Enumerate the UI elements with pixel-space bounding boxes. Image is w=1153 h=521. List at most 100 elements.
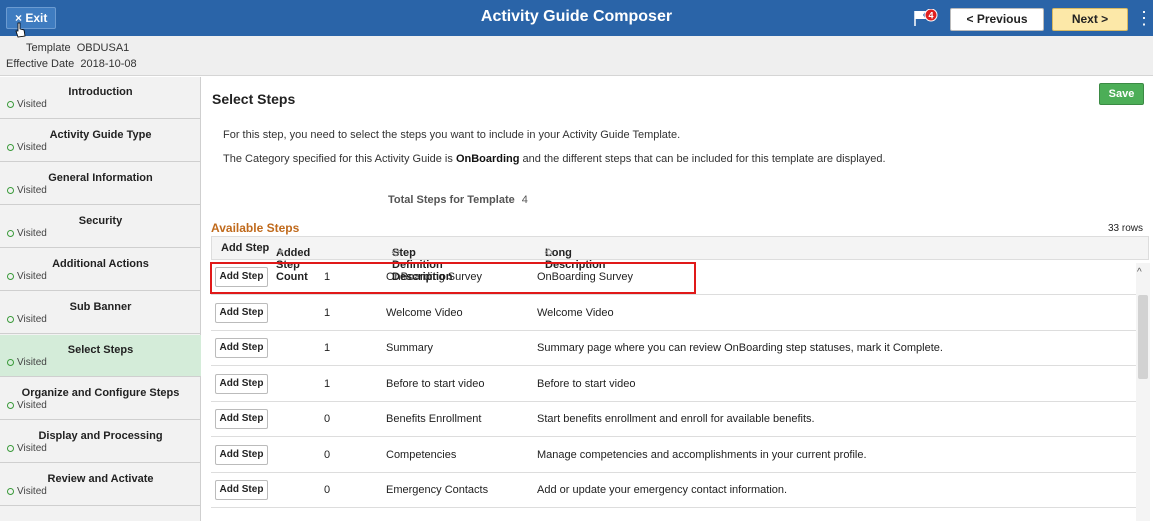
previous-button[interactable]: < Previous [950, 8, 1044, 31]
sidebar-item-status: Visited [7, 314, 47, 325]
sidebar-item[interactable]: Review and Activate Visited [0, 464, 201, 506]
table-row: Add Step 0 Benefits Enrollment Start benefi… [211, 402, 1137, 437]
sidebar-item-status: Visited [7, 271, 47, 282]
grid-header: Add Step Added Step Count ▼ Step Definit… [211, 236, 1149, 283]
add-step-button[interactable]: Add Step [215, 444, 268, 465]
step-definition-description: Welcome Video [386, 306, 463, 319]
grid-scrollbar[interactable]: ^ [1136, 263, 1150, 521]
visited-circle-icon [7, 488, 14, 495]
sidebar-item[interactable]: Organize and Configure Steps Visited [0, 378, 201, 420]
visited-circle-icon [7, 101, 14, 108]
visited-circle-icon [7, 230, 14, 237]
visited-circle-icon [7, 445, 14, 452]
visited-circle-icon [7, 187, 14, 194]
table-row: Add Step 0 Emergency Contacts Add or update… [211, 473, 1137, 508]
template-label: Template [26, 42, 71, 54]
added-step-count: 0 [324, 448, 331, 461]
table-row: Add Step 0 Competencies Manage competencies… [211, 438, 1137, 473]
next-button[interactable]: Next > [1052, 8, 1128, 31]
added-step-count: 0 [324, 413, 331, 425]
sidebar-item-status: Visited [7, 185, 47, 196]
long-description: Welcome Video [537, 306, 614, 319]
save-button[interactable]: Save [1099, 83, 1144, 105]
visited-circle-icon [7, 402, 14, 409]
long-description: OnBoarding Survey [537, 271, 633, 283]
scroll-thumb[interactable] [1138, 295, 1148, 379]
notifications-flag-icon[interactable]: 4 [912, 8, 938, 27]
sidebar-item-label: Additional Actions [52, 258, 149, 270]
sort-icon: ◇ [545, 247, 553, 258]
table-row: Add Step 1 Summary Summary page where you c… [211, 331, 1137, 366]
sidebar-item[interactable]: Display and Processing Visited [0, 421, 201, 463]
main-content: Select Steps Save For this step, you nee… [202, 77, 1153, 521]
sidebar-item-label: Select Steps [67, 344, 134, 356]
sort-desc-icon: ▼ [276, 247, 285, 257]
sidebar-item[interactable]: Security Visited [0, 206, 201, 248]
template-value: OBDUSA1 [76, 42, 130, 54]
visited-circle-icon [7, 359, 14, 366]
sidebar-item-status: Visited [7, 357, 47, 368]
sidebar-item[interactable]: Introduction Visited [0, 77, 201, 119]
sidebar-item-status-text: Visited [17, 228, 47, 239]
sidebar: Introduction Visited Activity Guide Type Vi… [0, 77, 201, 521]
added-step-count: 1 [324, 271, 331, 283]
rows-count: 33 rows [1108, 223, 1144, 234]
template-info: Template OBDUSA1 Effective Date 2018-10-… [0, 22, 1153, 76]
long-description: Start benefits enrollment and enroll for… [537, 413, 815, 425]
total-steps-label: Total Steps for Template [388, 194, 515, 206]
sidebar-item-status-text: Visited [17, 99, 47, 110]
sidebar-item-status: Visited [7, 400, 47, 411]
sidebar-item-status: Visited [7, 486, 47, 497]
sidebar-item-status: Visited [7, 99, 47, 110]
sidebar-item-status-text: Visited [17, 185, 47, 196]
sidebar-item-status: Visited [7, 228, 47, 239]
sort-icon: ◇ [392, 247, 400, 258]
instructions-text: For this step, you need to select the st… [223, 129, 681, 141]
sidebar-item-label: Introduction [68, 86, 133, 98]
sidebar-item-label: Sub Banner [69, 301, 132, 313]
add-step-button[interactable]: Add Step [215, 267, 268, 287]
add-step-button[interactable]: Add Step [215, 373, 268, 394]
hand-cursor-icon [15, 22, 26, 38]
long-description: Add or update your emergency contact inf… [537, 484, 788, 496]
added-step-count: 1 [324, 306, 331, 319]
category-text-pre: The Category specified for this Activity… [223, 153, 456, 165]
sidebar-item[interactable]: General Information Visited [0, 163, 201, 205]
step-definition-description: Emergency Contacts [386, 484, 489, 496]
actions-menu-icon[interactable]: ⋮ [1135, 8, 1153, 30]
notification-count: 4 [928, 11, 933, 21]
effective-date-label: Effective Date [6, 58, 75, 70]
scroll-up-icon[interactable]: ^ [1137, 267, 1142, 278]
section-title: Select Steps [212, 91, 296, 107]
table-row: Add Step 1 Welcome Video Welcome Video [211, 296, 1137, 331]
category-text: The Category specified for this Activity… [223, 153, 886, 165]
step-definition-description: OnBoarding Survey [386, 271, 482, 283]
table-row: Add Step 1 OnBoarding Survey OnBoarding Sur… [211, 260, 1137, 295]
effective-date-value: 2018-10-08 [80, 58, 137, 70]
effective-date-row: Effective Date 2018-10-08 [6, 56, 137, 72]
top-bar: × Exit Activity Guide Composer 4 < Previ… [0, 0, 1153, 36]
sidebar-item-label: General Information [48, 172, 153, 184]
sidebar-item-status-text: Visited [17, 400, 47, 411]
long-description: Before to start video [537, 377, 636, 390]
sidebar-item[interactable]: Additional Actions Visited [0, 249, 201, 291]
category-name: OnBoarding [455, 153, 520, 165]
total-steps: Total Steps for Template 4 [388, 194, 528, 206]
flag-icon: 4 [914, 8, 938, 26]
sidebar-item-status: Visited [7, 443, 47, 454]
sidebar-item-label: Security [78, 215, 123, 227]
sidebar-item-label: Organize and Configure Steps [21, 387, 180, 399]
long-description: Manage competencies and accomplishments … [537, 448, 867, 461]
sidebar-item[interactable]: Activity Guide Type Visited [0, 120, 201, 162]
sidebar-item-status-text: Visited [17, 142, 47, 153]
sidebar-item[interactable]: Select Steps Visited [0, 335, 201, 377]
add-step-button[interactable]: Add Step [215, 302, 268, 323]
visited-circle-icon [7, 316, 14, 323]
sidebar-item-label: Activity Guide Type [49, 129, 152, 141]
sidebar-item-status-text: Visited [17, 443, 47, 454]
add-step-button[interactable]: Add Step [215, 338, 268, 358]
add-step-button[interactable]: Add Step [215, 409, 268, 429]
add-step-button[interactable]: Add Step [215, 480, 268, 500]
sidebar-item[interactable]: Sub Banner Visited [0, 292, 201, 334]
step-definition-description: Benefits Enrollment [386, 413, 482, 425]
